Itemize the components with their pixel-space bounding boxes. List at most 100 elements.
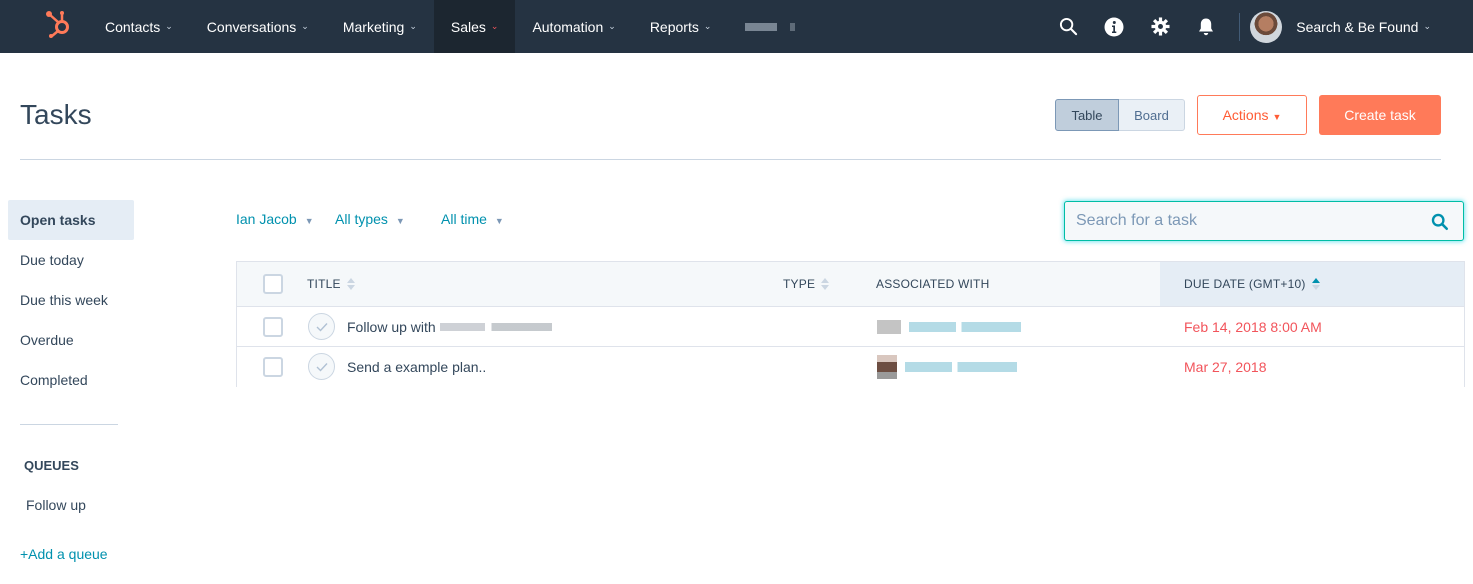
row-checkbox[interactable] — [263, 317, 283, 337]
chevron-down-icon: ⌄ — [165, 21, 173, 31]
search-icon — [1059, 17, 1077, 36]
chevron-down-icon: ⌄ — [301, 21, 309, 31]
chevron-down-icon: ⌄ — [608, 21, 616, 31]
nav-label: Contacts — [105, 18, 161, 35]
nav-redacted-item[interactable] — [728, 0, 820, 53]
caret-down-icon: ▼ — [395, 216, 405, 226]
contact-avatar — [877, 320, 901, 334]
hubspot-logo-icon[interactable] — [44, 9, 72, 39]
sidebar-item-due-this-week[interactable]: Due this week — [8, 280, 134, 320]
column-due-label: DUE DATE (GMT+10) — [1184, 277, 1306, 291]
task-title-link[interactable]: Send a example plan.. — [347, 347, 486, 387]
gear-icon — [1151, 17, 1170, 36]
complete-task-button[interactable] — [308, 313, 335, 340]
sort-icon — [821, 278, 830, 290]
checkmark-icon — [316, 322, 328, 332]
page-title: Tasks — [20, 99, 92, 130]
due-date: Feb 14, 2018 8:00 AM — [1184, 319, 1322, 335]
caret-down-icon: ▼ — [1272, 112, 1282, 122]
nav-sales[interactable]: Sales ⌄ — [433, 0, 516, 53]
task-search — [1064, 201, 1464, 241]
column-title[interactable]: TITLE — [307, 262, 355, 306]
board-view-button[interactable]: Board — [1119, 99, 1185, 131]
task-title-link[interactable]: Follow up with — [347, 307, 552, 347]
bell-icon — [1199, 18, 1214, 35]
associated-contact-link[interactable] — [877, 307, 1021, 347]
task-search-input[interactable] — [1065, 202, 1425, 240]
actions-label: Actions — [1222, 107, 1269, 123]
actions-button[interactable]: Actions ▼ — [1197, 95, 1307, 135]
nav-label: Reports — [649, 18, 699, 35]
redacted-contact-name — [905, 362, 1017, 372]
time-filter-label: All time — [441, 211, 487, 227]
queue-item-follow-up[interactable]: Follow up — [26, 497, 86, 513]
redacted-text — [439, 323, 552, 331]
nav-divider — [1239, 12, 1241, 41]
create-task-button[interactable]: Create task — [1319, 95, 1441, 135]
info-icon — [1104, 17, 1124, 36]
column-title-label: TITLE — [307, 277, 341, 291]
column-associated: ASSOCIATED WITH — [876, 262, 989, 306]
nav-reports[interactable]: Reports ⌄ — [633, 0, 729, 53]
chevron-down-icon: ⌄ — [490, 21, 499, 31]
task-title: Send a example plan.. — [347, 359, 487, 375]
nav-label: Sales — [450, 18, 486, 35]
sort-ascending-icon — [1311, 278, 1320, 290]
nav-label: Automation — [532, 18, 604, 35]
chevron-down-icon: ⌄ — [1423, 21, 1431, 31]
table-header: TITLE TYPE ASSOCIATED WITH DUE DATE (GMT… — [237, 262, 1464, 307]
column-associated-label: ASSOCIATED WITH — [876, 277, 990, 291]
table-view-button[interactable]: Table — [1055, 99, 1119, 131]
type-filter-label: All types — [335, 211, 388, 227]
select-all-checkbox[interactable] — [263, 274, 283, 294]
settings-button[interactable] — [1137, 0, 1183, 53]
redacted-text — [745, 22, 804, 31]
sidebar-divider — [20, 424, 118, 425]
nav-label: Conversations — [206, 18, 297, 35]
owner-filter-label: Ian Jacob — [236, 211, 297, 227]
top-nav: Contacts ⌄ Conversations ⌄ Marketing ⌄ Sale… — [0, 0, 1473, 53]
header-divider — [20, 159, 1441, 160]
chevron-down-icon: ⌄ — [703, 21, 712, 31]
sidebar-item-due-today[interactable]: Due today — [8, 240, 134, 280]
chevron-down-icon: ⌄ — [409, 21, 417, 31]
sidebar-item-completed[interactable]: Completed — [8, 360, 134, 400]
table-row: Send a example plan.. Mar 27, 2018 — [237, 347, 1464, 387]
add-queue-link[interactable]: +Add a queue — [20, 546, 108, 562]
sidebar-item-overdue[interactable]: Overdue — [8, 320, 134, 360]
sidebar-item-open-tasks[interactable]: Open tasks — [8, 200, 134, 240]
search-button[interactable] — [1045, 0, 1091, 53]
table-row: Follow up with Feb 14, 2018 8:00 AM — [237, 307, 1464, 347]
nav-conversations[interactable]: Conversations ⌄ — [190, 0, 326, 53]
redacted-contact-name — [909, 322, 1021, 332]
caret-down-icon: ▼ — [304, 216, 314, 226]
nav-contacts[interactable]: Contacts ⌄ — [88, 0, 190, 53]
nav-label: Marketing — [342, 18, 405, 35]
nav-marketing[interactable]: Marketing ⌄ — [326, 0, 434, 53]
account-menu[interactable]: Search & Be Found ⌄ — [1296, 19, 1431, 35]
type-filter[interactable]: All types ▼ — [335, 211, 405, 227]
owner-filter[interactable]: Ian Jacob ▼ — [236, 211, 314, 227]
column-due-date[interactable]: DUE DATE (GMT+10) — [1160, 262, 1464, 306]
task-title: Follow up with — [347, 319, 436, 335]
user-avatar[interactable] — [1250, 10, 1283, 43]
complete-task-button[interactable] — [308, 353, 335, 380]
time-filter[interactable]: All time ▼ — [441, 211, 504, 227]
notifications-button[interactable] — [1183, 0, 1229, 53]
due-date: Mar 27, 2018 — [1184, 359, 1267, 375]
sort-icon — [346, 278, 355, 290]
checkmark-icon — [316, 362, 328, 372]
column-type-label: TYPE — [783, 277, 816, 291]
column-type[interactable]: TYPE — [783, 262, 830, 306]
caret-down-icon: ▼ — [494, 216, 504, 226]
search-icon[interactable] — [1431, 213, 1449, 231]
queues-heading: QUEUES — [24, 458, 79, 473]
tasks-table: TITLE TYPE ASSOCIATED WITH DUE DATE (GMT… — [236, 261, 1465, 387]
nav-automation[interactable]: Automation ⌄ — [515, 0, 632, 53]
view-toggle: Table Board — [1055, 99, 1185, 131]
help-button[interactable] — [1091, 0, 1137, 53]
contact-avatar — [877, 355, 897, 379]
associated-contact-link[interactable] — [877, 347, 1017, 387]
account-label: Search & Be Found — [1296, 18, 1419, 35]
row-checkbox[interactable] — [263, 357, 283, 377]
